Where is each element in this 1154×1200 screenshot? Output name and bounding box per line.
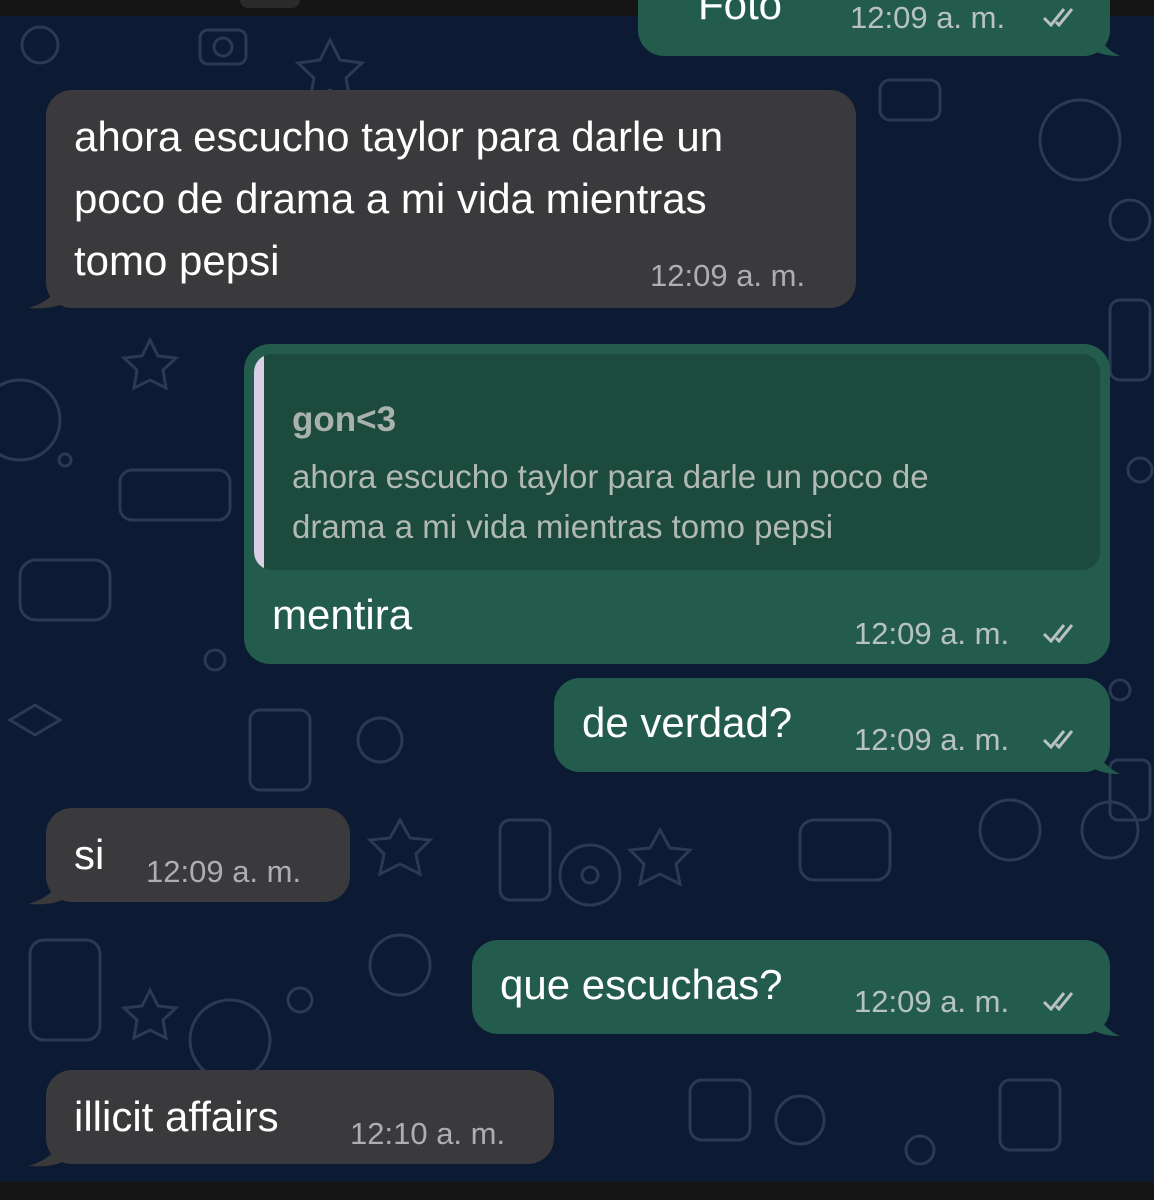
message-text: mentira xyxy=(272,591,413,638)
message-bubble-reply[interactable]: gon<3 ahora escucho taylor para darle un… xyxy=(244,344,1110,664)
message-time: 12:10 a. m. xyxy=(350,1116,506,1151)
message-text-line: ahora escucho taylor para darle un xyxy=(74,113,724,160)
quote-text-line: ahora escucho taylor para darle un poco … xyxy=(292,458,929,495)
bottom-edge xyxy=(0,1182,1154,1200)
message-text: si xyxy=(74,831,105,878)
quote-text-line: drama a mi vida mientras tomo pepsi xyxy=(292,508,834,545)
bubble-tail xyxy=(1090,736,1120,774)
message-bubble-incoming[interactable]: illicit affairs 12:10 a. m. xyxy=(28,1070,554,1167)
double-check-icon xyxy=(1042,992,1074,1012)
message-time: 12:09 a. m. xyxy=(146,854,302,889)
message-time: 12:09 a. m. xyxy=(854,984,1010,1019)
message-time: 12:09 a. m. xyxy=(854,616,1010,651)
message-text: que escuchas? xyxy=(500,961,783,1008)
quote-bar xyxy=(254,354,264,570)
double-check-icon xyxy=(1042,730,1074,750)
bubble-tail xyxy=(28,270,68,309)
bubble-tail xyxy=(28,866,68,905)
bubble-tail xyxy=(1090,998,1120,1036)
quoted-message[interactable]: gon<3 ahora escucho taylor para darle un… xyxy=(254,354,1100,570)
double-check-icon xyxy=(1042,8,1074,28)
message-bubble-outgoing[interactable]: de verdad? 12:09 a. m. xyxy=(554,678,1120,774)
top-edge-shadow xyxy=(240,0,300,8)
message-time: 12:09 a. m. xyxy=(854,722,1010,757)
message-bubble-outgoing[interactable]: que escuchas? 12:09 a. m. xyxy=(472,940,1120,1036)
message-text: Foto xyxy=(698,0,783,28)
message-bubble-incoming[interactable]: ahora escucho taylor para darle un poco … xyxy=(28,90,856,309)
message-text-line: tomo pepsi xyxy=(74,237,280,284)
bubble-tail xyxy=(28,1128,68,1167)
message-bubble-incoming[interactable]: si 12:09 a. m. xyxy=(28,808,350,905)
message-time: 12:09 a. m. xyxy=(650,258,806,293)
message-text: de verdad? xyxy=(582,699,793,746)
message-time: 12:09 a. m. xyxy=(850,0,1006,35)
double-check-icon xyxy=(1042,624,1074,644)
bubble-tail xyxy=(1090,18,1120,56)
quote-author: gon<3 xyxy=(292,400,397,439)
message-text-line: poco de drama a mi vida mientras xyxy=(74,175,707,222)
message-text: illicit affairs xyxy=(74,1093,279,1140)
message-bubble-outgoing[interactable]: Foto 12:09 a. m. xyxy=(638,0,1120,56)
